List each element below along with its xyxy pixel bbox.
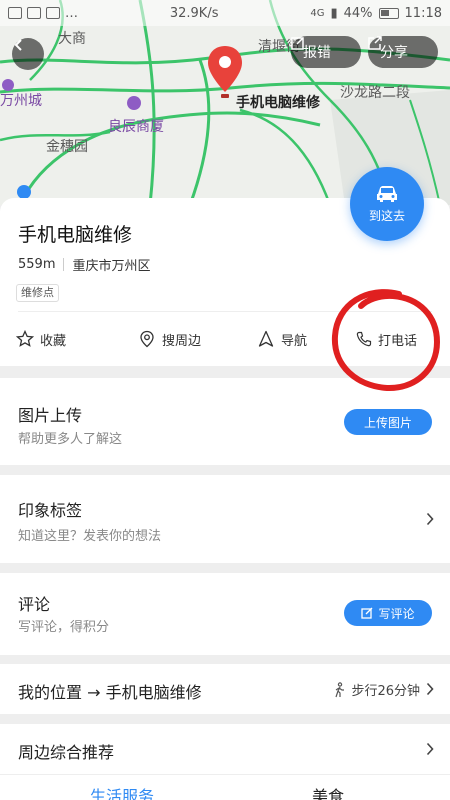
status-bar: … 32.9K/s 4G ▮ 44% 11:18 <box>0 0 450 26</box>
phone-icon <box>356 331 372 347</box>
share-button[interactable]: 分享 <box>368 36 438 68</box>
search-nearby-button[interactable]: 搜周边 <box>138 324 201 354</box>
category-tag: 维修点 <box>16 284 59 302</box>
share-label: 分享 <box>380 45 408 61</box>
map-label-partial: 大商 <box>58 31 86 47</box>
category-tabs: 生活服务 美食 <box>0 774 450 800</box>
search-nearby-label: 搜周边 <box>162 333 202 349</box>
review-section-title: 评论 <box>18 595 51 614</box>
upload-photo-button[interactable]: 上传图片 <box>344 409 432 435</box>
notification-icon <box>8 7 22 19</box>
map-label-wanzhou: 万州城 <box>0 93 42 109</box>
place-name: 手机电脑维修 <box>18 224 133 246</box>
battery-icon <box>378 7 399 19</box>
report-error-button[interactable]: 报错 <box>291 36 361 68</box>
edit-icon <box>291 37 304 50</box>
signal-4g: 4G <box>310 7 325 19</box>
location-search-icon <box>140 330 154 348</box>
go-here-button[interactable]: 到这去 <box>350 167 424 241</box>
share-icon <box>368 36 382 50</box>
chevron-right-icon <box>426 682 434 696</box>
navigate-label: 导航 <box>281 333 308 349</box>
walk-info: 步行26分钟 <box>331 680 420 699</box>
notification-icon-3 <box>46 7 60 19</box>
back-arrow-icon <box>14 39 22 51</box>
impression-section-title: 印象标签 <box>18 501 83 520</box>
network-speed: 32.9K/s <box>169 5 219 21</box>
meta-divider <box>63 258 65 271</box>
tab-food[interactable]: 美食 <box>312 783 344 800</box>
walking-icon <box>335 681 345 697</box>
car-icon <box>377 185 397 202</box>
map-pin-label: 手机电脑维修 <box>236 95 320 111</box>
signal-icon: ▮ <box>330 5 338 21</box>
navigation-arrow-icon <box>258 330 274 347</box>
place-distance: 559m <box>18 257 56 272</box>
battery-percent: 44% <box>343 5 373 21</box>
clock: 11:18 <box>404 5 442 21</box>
chevron-right-icon <box>426 512 434 526</box>
navigate-button[interactable]: 导航 <box>257 324 307 354</box>
call-button[interactable]: 打电话 <box>356 324 417 354</box>
favorite-button[interactable]: 收藏 <box>16 324 66 354</box>
map-label-shalong: 沙龙路二段 <box>340 85 410 101</box>
report-label: 报错 <box>303 45 331 61</box>
place-meta: 559m 重庆市万州区 <box>18 255 151 274</box>
divider <box>18 311 432 312</box>
nearby-title: 周边综合推荐 <box>18 743 115 762</box>
action-bar: 收藏 搜周边 导航 打电话 <box>0 324 450 354</box>
photo-upload-section: 图片上传 帮助更多人了解这 上传图片 <box>0 378 450 465</box>
walk-time: 步行26分钟 <box>351 684 420 699</box>
favorite-label: 收藏 <box>40 333 67 349</box>
photo-section-subtitle: 帮助更多人了解这 <box>18 432 123 447</box>
map-label-jinsui: 金穗园 <box>46 139 88 155</box>
review-section: 评论 写评论，得积分 写评论 <box>0 573 450 655</box>
star-icon <box>16 330 34 347</box>
review-section-subtitle: 写评论，得积分 <box>18 620 110 635</box>
route-title: 我的位置 → 手机电脑维修 <box>18 683 202 702</box>
photo-section-title: 图片上传 <box>18 406 83 425</box>
back-button[interactable] <box>12 38 44 70</box>
place-area: 重庆市万州区 <box>72 259 151 274</box>
write-review-button[interactable]: 写评论 <box>344 600 432 626</box>
edit-icon <box>361 607 373 619</box>
impression-section-subtitle: 知道这里？发表你的想法 <box>18 529 162 544</box>
tab-life-service[interactable]: 生活服务 <box>90 783 154 800</box>
go-here-label: 到这去 <box>368 208 405 223</box>
notification-icon-2 <box>27 7 41 19</box>
impression-tags-section[interactable]: 印象标签 知道这里？发表你的想法 <box>0 475 450 563</box>
call-label: 打电话 <box>378 333 418 349</box>
route-section[interactable]: 我的位置 → 手机电脑维修 步行26分钟 <box>0 664 450 714</box>
map-label-liangchen: 良辰商厦 <box>108 119 164 135</box>
chevron-right-icon <box>426 742 434 756</box>
write-review-label: 写评论 <box>378 606 415 621</box>
